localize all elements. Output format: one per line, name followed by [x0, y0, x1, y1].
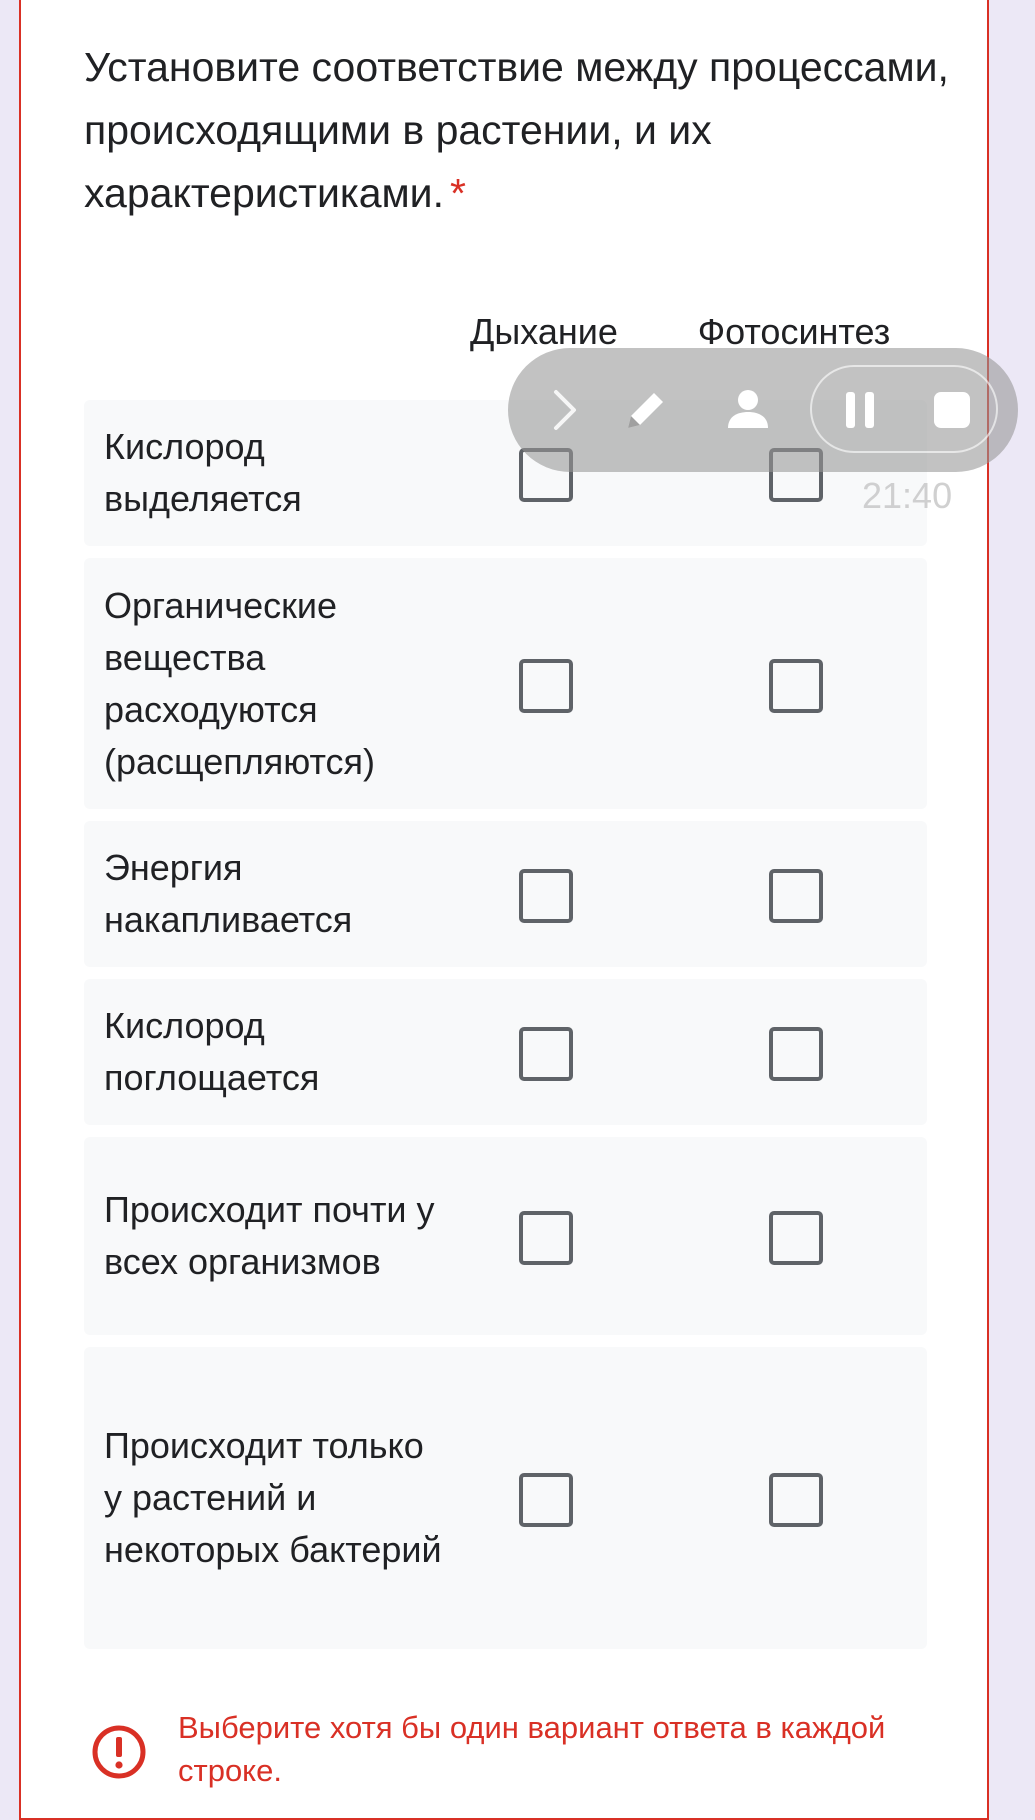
row-label: Происходит почти у всех организмов	[104, 1189, 435, 1282]
error-message: Выберите хотя бы один вариант ответа в к…	[178, 1710, 886, 1788]
grid-row: Происходит только у растений и некоторых…	[84, 1347, 927, 1649]
checkbox-dyhanie[interactable]	[519, 1473, 573, 1527]
error-exclamation-icon	[92, 1725, 146, 1779]
grid-row: Происходит почти у всех организмов	[84, 1137, 927, 1335]
pencil-icon[interactable]	[616, 380, 676, 440]
checkbox-fotosintez[interactable]	[769, 1473, 823, 1527]
row-label: Кислород поглощается	[104, 1005, 320, 1098]
checkbox-fotosintez[interactable]	[769, 658, 823, 713]
grid-row: Органические вещества расходуются (расще…	[84, 558, 927, 809]
checkbox-fotosintez[interactable]	[769, 1027, 823, 1081]
grid-row: Кислород поглощается	[84, 979, 927, 1125]
checkbox-dyhanie[interactable]	[519, 1027, 573, 1081]
required-asterisk: *	[449, 170, 466, 216]
grid-row: Энергия накапливается	[84, 821, 927, 967]
pause-icon[interactable]	[830, 380, 890, 440]
question-title-text: Установите соответствие между процессами…	[84, 44, 949, 216]
screen-recorder-toolbar	[508, 348, 1018, 472]
checkbox-dyhanie[interactable]	[519, 869, 573, 923]
chevron-right-icon[interactable]	[532, 380, 592, 440]
row-label: Кислород выделяется	[104, 426, 302, 519]
checkbox-dyhanie[interactable]	[519, 658, 573, 713]
question-title: Установите соответствие между процессами…	[84, 36, 964, 225]
row-label: Происходит только у растений и некоторых…	[104, 1425, 442, 1570]
checkbox-fotosintez[interactable]	[769, 869, 823, 923]
stop-icon[interactable]	[922, 380, 982, 440]
row-label: Органические вещества расходуются (расще…	[104, 584, 376, 782]
checkbox-fotosintez[interactable]	[769, 1211, 823, 1265]
row-label: Энергия накапливается	[104, 847, 353, 940]
checkbox-dyhanie[interactable]	[519, 1211, 573, 1265]
recording-timer: 21:40	[862, 475, 953, 516]
user-icon[interactable]	[718, 380, 778, 440]
